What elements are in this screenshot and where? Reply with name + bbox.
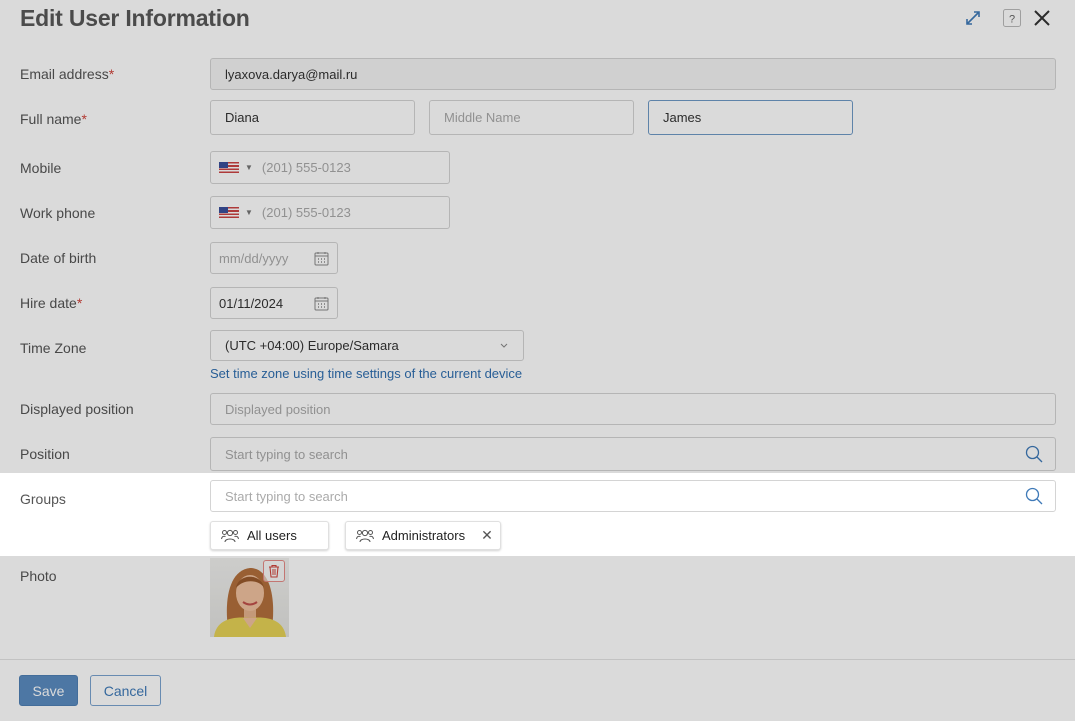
displayed-position-input[interactable]: Displayed position bbox=[210, 393, 1056, 425]
search-icon[interactable] bbox=[1025, 445, 1043, 463]
email-value: lyaxova.darya@mail.ru bbox=[225, 66, 358, 82]
chevron-down-icon[interactable] bbox=[499, 342, 509, 350]
work-phone-label: Work phone bbox=[20, 205, 96, 221]
groups-search-input[interactable]: Start typing to search bbox=[210, 480, 1056, 512]
save-button[interactable]: Save bbox=[19, 675, 78, 706]
group-chip-all-users[interactable]: All users bbox=[210, 521, 329, 550]
date-of-birth-label: Date of birth bbox=[20, 250, 97, 266]
group-chip-label: Administrators bbox=[382, 528, 466, 543]
hire-date-input[interactable]: 01/11/2024 bbox=[210, 287, 338, 319]
date-of-birth-placeholder: mm/dd/yyyy bbox=[219, 250, 289, 266]
position-placeholder: Start typing to search bbox=[225, 446, 348, 462]
cancel-button[interactable]: Cancel bbox=[90, 675, 161, 706]
displayed-position-placeholder: Displayed position bbox=[225, 401, 331, 417]
last-name-value: James bbox=[663, 110, 702, 125]
group-chip-label: All users bbox=[247, 528, 297, 543]
middle-name-input[interactable]: Middle Name bbox=[429, 100, 634, 135]
groups-placeholder: Start typing to search bbox=[225, 488, 348, 504]
first-name-value: Diana bbox=[225, 110, 259, 125]
groups-label: Groups bbox=[20, 491, 66, 507]
email-field[interactable]: lyaxova.darya@mail.ru bbox=[210, 58, 1056, 90]
footer-divider bbox=[0, 659, 1075, 660]
first-name-input[interactable]: Diana bbox=[210, 100, 415, 135]
email-label: Email address* bbox=[20, 66, 115, 82]
user-photo[interactable] bbox=[210, 558, 289, 637]
full-name-label: Full name* bbox=[20, 111, 87, 127]
calendar-icon[interactable] bbox=[314, 251, 329, 266]
work-phone-input[interactable]: ▼ (201) 555-0123 bbox=[210, 196, 450, 229]
delete-photo-icon[interactable] bbox=[263, 560, 285, 582]
group-chip-administrators[interactable]: Administrators ✕ bbox=[345, 521, 501, 550]
hire-date-value: 01/11/2024 bbox=[219, 295, 284, 311]
mobile-input[interactable]: ▼ (201) 555-0123 bbox=[210, 151, 450, 184]
work-phone-placeholder: (201) 555-0123 bbox=[261, 205, 351, 220]
users-group-icon bbox=[356, 529, 374, 543]
chevron-down-icon[interactable]: ▼ bbox=[245, 208, 253, 217]
mobile-placeholder: (201) 555-0123 bbox=[261, 160, 351, 175]
position-search-input[interactable]: Start typing to search bbox=[210, 437, 1056, 471]
dialog-title: Edit User Information bbox=[20, 5, 250, 31]
us-flag-icon[interactable] bbox=[219, 162, 239, 173]
expand-icon[interactable] bbox=[963, 8, 983, 28]
middle-name-placeholder: Middle Name bbox=[444, 110, 521, 125]
hire-date-label: Hire date* bbox=[20, 295, 83, 311]
mobile-label: Mobile bbox=[20, 160, 62, 176]
set-time-zone-link[interactable]: Set time zone using time settings of the… bbox=[210, 366, 522, 381]
dim-overlay-bottom bbox=[0, 556, 1075, 721]
photo-label: Photo bbox=[20, 568, 57, 584]
last-name-input[interactable]: James bbox=[648, 100, 853, 135]
position-label: Position bbox=[20, 446, 70, 462]
time-zone-label: Time Zone bbox=[20, 340, 87, 356]
close-icon[interactable] bbox=[1032, 8, 1052, 28]
us-flag-icon[interactable] bbox=[219, 207, 239, 218]
users-group-icon bbox=[221, 529, 239, 543]
svg-text:?: ? bbox=[1009, 14, 1015, 26]
calendar-icon[interactable] bbox=[314, 296, 329, 311]
date-of-birth-input[interactable]: mm/dd/yyyy bbox=[210, 242, 338, 274]
time-zone-value: (UTC +04:00) Europe/Samara bbox=[225, 338, 399, 353]
search-icon[interactable] bbox=[1025, 487, 1043, 505]
chevron-down-icon[interactable]: ▼ bbox=[245, 163, 253, 172]
displayed-position-label: Displayed position bbox=[20, 401, 134, 417]
time-zone-select[interactable]: (UTC +04:00) Europe/Samara bbox=[210, 330, 524, 361]
help-icon[interactable]: ? bbox=[1002, 8, 1022, 28]
remove-chip-icon[interactable]: ✕ bbox=[481, 527, 493, 544]
